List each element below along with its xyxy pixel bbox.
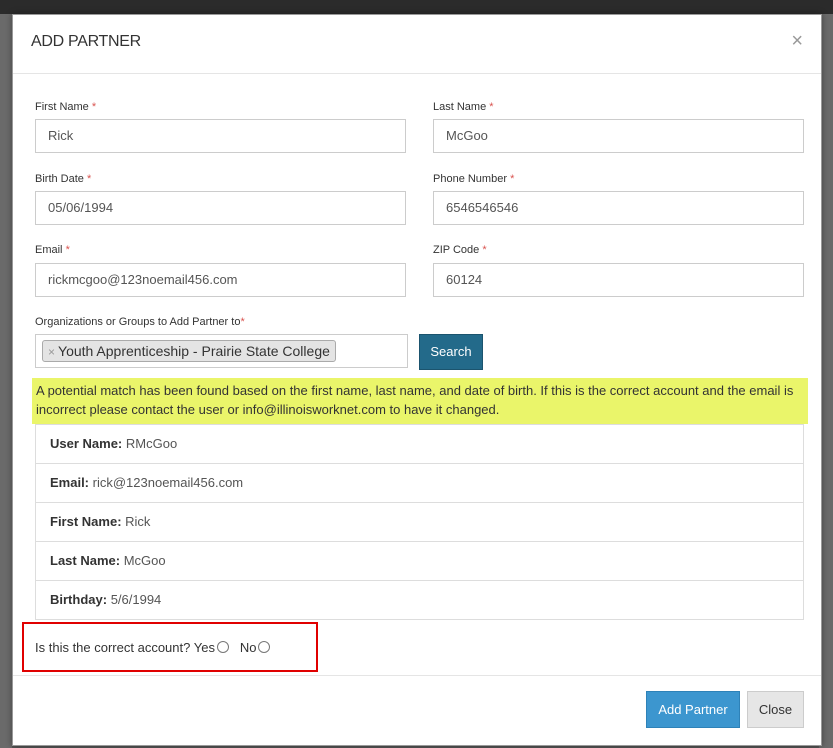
match-user-name: User Name: RMcGoo xyxy=(36,424,803,463)
confirm-account-question: Is this the correct account? Yes No xyxy=(35,640,271,656)
background-nav xyxy=(0,0,833,14)
tag-remove-icon[interactable]: × xyxy=(48,345,55,359)
background-left-edge xyxy=(0,14,12,748)
modal-title: ADD PARTNER xyxy=(31,33,141,50)
modal-header: ADD PARTNER × xyxy=(13,15,821,74)
footer-divider xyxy=(13,675,821,676)
email-field[interactable]: rickmcgoo@123noemail456.com xyxy=(35,263,406,297)
zip-code-label: ZIP Code * xyxy=(433,244,487,256)
first-name-label: First Name * xyxy=(35,101,97,113)
birth-date-field[interactable]: 05/06/1994 xyxy=(35,191,406,225)
close-button[interactable]: Close xyxy=(747,691,804,728)
add-partner-modal: ADD PARTNER × First Name * Rick Last Nam… xyxy=(12,14,822,746)
organizations-label: Organizations or Groups to Add Partner t… xyxy=(35,316,245,328)
phone-number-field[interactable]: 6546546546 xyxy=(433,191,804,225)
first-name-field[interactable]: Rick xyxy=(35,119,406,153)
phone-number-label: Phone Number * xyxy=(433,173,515,185)
zip-code-field[interactable]: 60124 xyxy=(433,263,804,297)
no-radio[interactable] xyxy=(258,641,271,653)
add-partner-button[interactable]: Add Partner xyxy=(646,691,740,728)
organizations-select[interactable]: × Youth Apprenticeship - Prairie State Co… xyxy=(35,334,408,368)
match-first-name: First Name: Rick xyxy=(36,502,803,541)
organization-tag-label: Youth Apprenticeship - Prairie State Col… xyxy=(58,343,330,359)
last-name-field[interactable]: McGoo xyxy=(433,119,804,153)
potential-match-alert: A potential match has been found based o… xyxy=(32,378,808,424)
yes-radio[interactable] xyxy=(216,641,229,653)
birth-date-label: Birth Date * xyxy=(35,173,92,185)
yes-label: Yes xyxy=(193,640,215,655)
search-button[interactable]: Search xyxy=(419,334,483,370)
match-birthday: Birthday: 5/6/1994 xyxy=(36,580,803,619)
last-name-label: Last Name * xyxy=(433,101,494,113)
email-label: Email * xyxy=(35,244,70,256)
match-last-name: Last Name: McGoo xyxy=(36,541,803,580)
organization-tag: × Youth Apprenticeship - Prairie State Co… xyxy=(42,340,336,362)
match-email: Email: rick@123noemail456.com xyxy=(36,463,803,502)
no-label: No xyxy=(239,640,257,655)
match-details-list: User Name: RMcGoo Email: rick@123noemail… xyxy=(35,424,804,620)
close-icon[interactable]: × xyxy=(791,31,803,51)
